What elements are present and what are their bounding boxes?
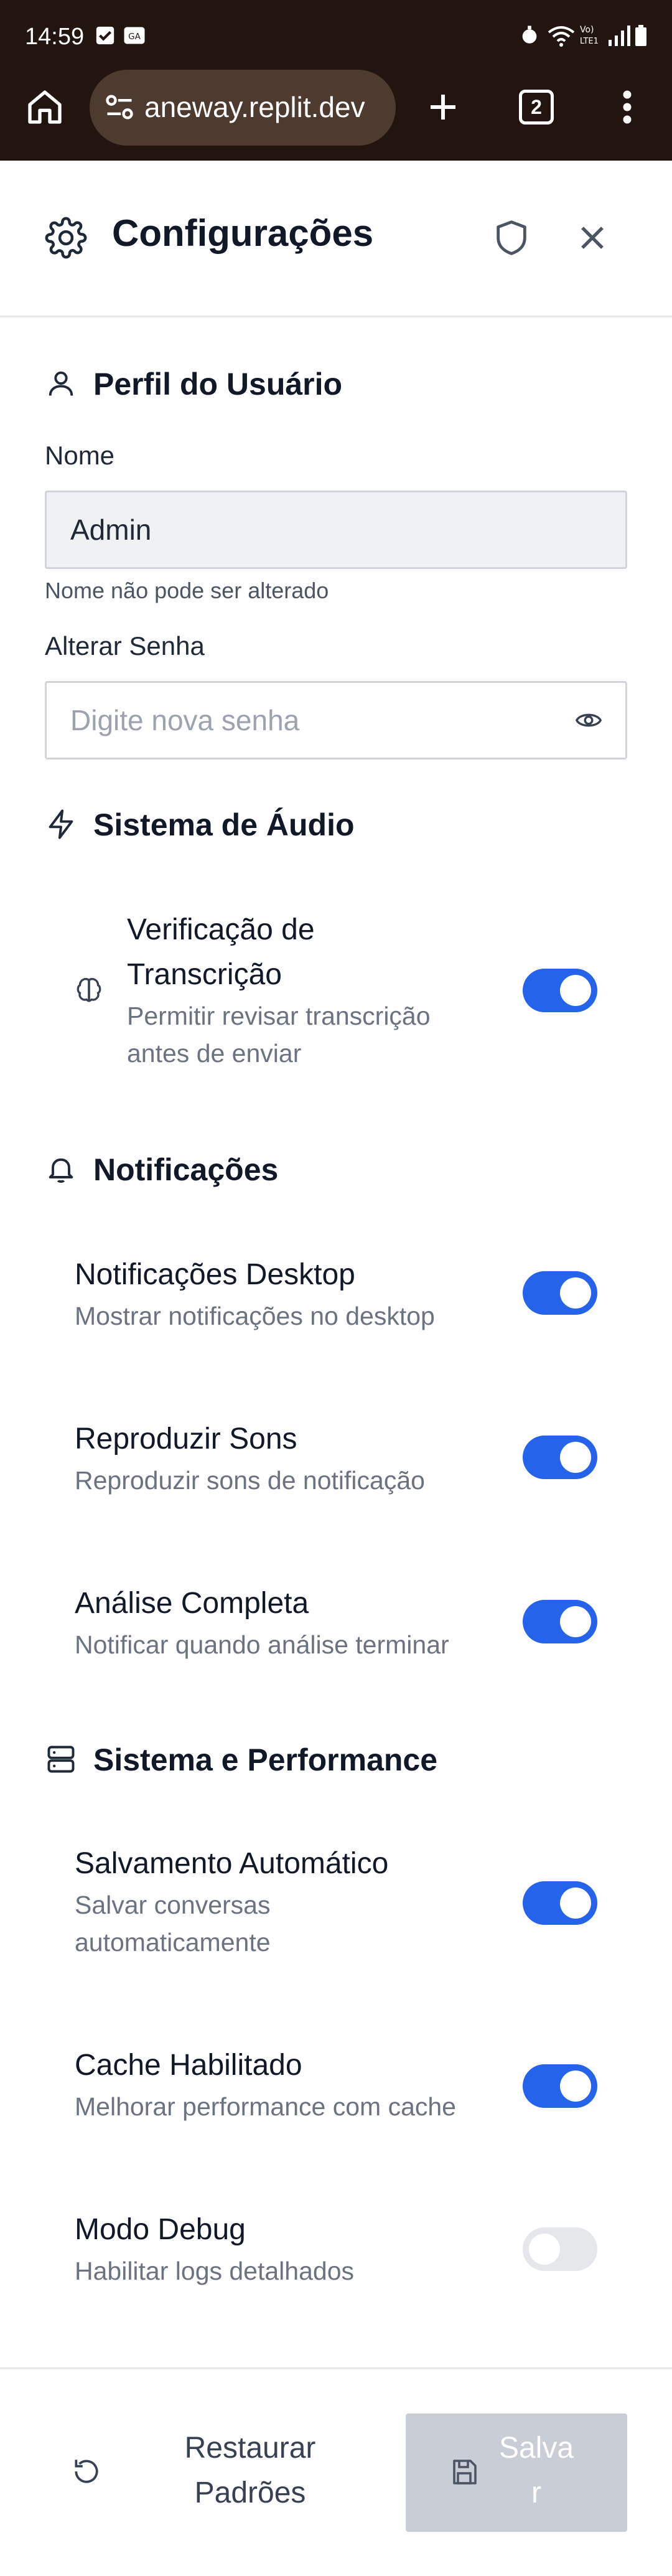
new-tab-icon[interactable] xyxy=(418,82,468,132)
analysis-toggle[interactable] xyxy=(523,1600,597,1643)
notifications-section-title: Notificações xyxy=(93,1152,279,1187)
transcription-desc-1: Permitir revisar transcrição xyxy=(127,1002,431,1030)
brain-icon xyxy=(73,975,105,1006)
battery-icon xyxy=(635,25,647,46)
analysis-desc: Notificar quando análise terminar xyxy=(75,1630,449,1659)
restore-defaults-button[interactable]: Restaurar Padrões xyxy=(45,2414,381,2532)
debug-title: Modo Debug xyxy=(75,2213,246,2246)
bell-icon xyxy=(45,1153,77,1185)
cache-title: Cache Habilitado xyxy=(75,2049,302,2082)
analysis-title: Análise Completa xyxy=(75,1587,309,1620)
wifi-icon xyxy=(546,25,576,47)
transcription-title-1: Verificação de xyxy=(127,913,315,946)
svg-text:GA: GA xyxy=(128,32,141,42)
home-icon[interactable] xyxy=(20,82,70,132)
user-icon xyxy=(45,367,77,400)
restore-label-1: Restaurar xyxy=(184,2432,316,2465)
profile-section-title: Perfil do Usuário xyxy=(93,367,343,402)
autosave-desc-2: automaticamente xyxy=(75,1928,271,1957)
autosave-toggle[interactable] xyxy=(523,1881,597,1925)
svg-text:Vo): Vo) xyxy=(580,25,594,35)
password-placeholder: Digite nova senha xyxy=(70,704,300,736)
autosave-desc-1: Salvar conversas xyxy=(75,1891,271,1919)
status-bar: 14:59 GA Vo) LTE1 xyxy=(0,0,672,73)
name-field[interactable]: Admin xyxy=(45,491,627,569)
password-label: Alterar Senha xyxy=(45,631,205,660)
transcription-desc-2: antes de enviar xyxy=(127,1039,302,1068)
name-help-text: Nome não pode ser alterado xyxy=(45,578,329,603)
svg-text:LTE1: LTE1 xyxy=(580,37,599,46)
alarm-icon xyxy=(520,25,539,46)
site-settings-icon[interactable] xyxy=(103,91,136,123)
shield-icon[interactable] xyxy=(492,218,531,258)
desktop-notif-toggle[interactable] xyxy=(523,1271,597,1315)
status-time: 14:59 xyxy=(25,24,85,50)
password-field[interactable]: Digite nova senha xyxy=(45,681,627,759)
eye-icon[interactable] xyxy=(572,706,605,735)
lightning-icon xyxy=(45,808,77,840)
desktop-notif-desc: Mostrar notificações no desktop xyxy=(75,1302,435,1330)
save-icon xyxy=(449,2457,479,2487)
rotate-ccw-icon xyxy=(71,2456,102,2487)
transcription-title-2: Transcrição xyxy=(127,958,282,991)
page-title: Configurações xyxy=(112,212,374,254)
transcription-toggle[interactable] xyxy=(523,969,597,1012)
gear-icon xyxy=(45,217,87,259)
cache-toggle[interactable] xyxy=(523,2064,597,2108)
desktop-notif-title: Notificações Desktop xyxy=(75,1258,355,1291)
save-label-1: Salva xyxy=(498,2432,574,2465)
save-button[interactable]: Salva r xyxy=(406,2414,627,2532)
app-notification-icon: GA xyxy=(123,25,146,46)
checkbox-notification-icon xyxy=(95,25,116,46)
url-text[interactable]: aneway.replit.dev xyxy=(144,90,386,124)
debug-toggle[interactable] xyxy=(523,2227,597,2271)
more-menu-icon[interactable] xyxy=(602,82,652,132)
name-label: Nome xyxy=(45,441,115,470)
sounds-toggle[interactable] xyxy=(523,1436,597,1479)
sounds-desc: Reproduzir sons de notificação xyxy=(75,1466,425,1495)
signal-icon xyxy=(607,25,632,46)
autosave-title: Salvamento Automático xyxy=(75,1847,389,1880)
sounds-title: Reproduzir Sons xyxy=(75,1422,297,1455)
performance-section-title: Sistema e Performance xyxy=(93,1742,438,1777)
close-icon[interactable] xyxy=(572,218,612,258)
debug-desc: Habilitar logs detalhados xyxy=(75,2257,354,2285)
restore-label-2: Padrões xyxy=(194,2476,306,2509)
tab-switcher-button[interactable]: 2 xyxy=(511,82,561,132)
audio-section-title: Sistema de Áudio xyxy=(93,807,355,842)
server-icon xyxy=(45,1743,77,1775)
cache-desc: Melhorar performance com cache xyxy=(75,2092,456,2121)
volte-icon: Vo) LTE1 xyxy=(580,24,605,46)
save-label-2: r xyxy=(531,2476,541,2509)
name-value: Admin xyxy=(70,514,152,546)
tab-count: 2 xyxy=(519,90,554,125)
